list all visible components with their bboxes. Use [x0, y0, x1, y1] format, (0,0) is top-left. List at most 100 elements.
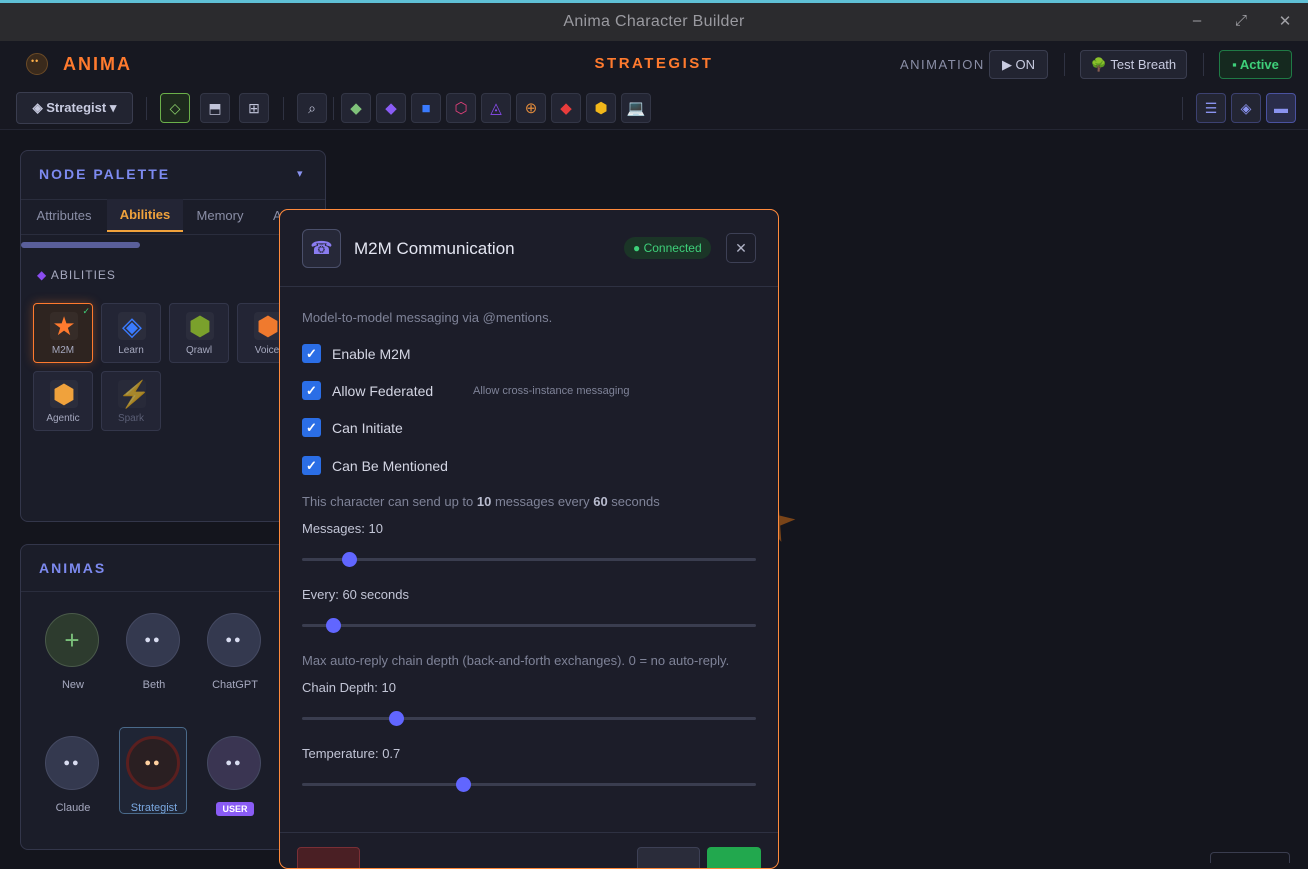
header-divider — [1064, 53, 1065, 76]
anima-label: Strategist — [130, 802, 178, 814]
node-glyph: ◆ — [560, 100, 572, 117]
anima-new[interactable]: + New — [40, 613, 106, 699]
header-divider — [1203, 53, 1204, 76]
window-title-bar: Anima Character Builder – ⤢ ✕ — [0, 0, 1308, 41]
character-select[interactable]: ◈ Strategist ▾ — [16, 92, 133, 124]
chain-depth-note: Max auto-reply chain depth (back-and-for… — [302, 653, 730, 668]
spark-ability-icon: ⚡ — [118, 379, 151, 409]
anima-label: New — [61, 679, 84, 691]
panel-title: NODE PALETTE — [39, 166, 171, 182]
list-view-icon[interactable]: ☰ — [1196, 93, 1226, 123]
slider-thumb[interactable] — [342, 552, 358, 567]
checkbox-label: Can Be Mentioned — [332, 458, 448, 474]
ability-tile-qrawl[interactable]: ⬢ Qrawl — [169, 303, 229, 363]
anima-strategist[interactable]: ●● Strategist — [121, 736, 187, 822]
toolbar-divider — [283, 97, 284, 120]
chain-depth-slider[interactable] — [302, 711, 756, 726]
node-glyph: ◬ — [490, 100, 502, 117]
anima-beth[interactable]: ●● Beth — [121, 613, 187, 699]
test-breath-button[interactable]: 🌳 Test Breath — [1080, 50, 1187, 79]
tab-memory[interactable]: Memory — [189, 199, 251, 232]
layout-tool-icon[interactable]: ⬒ — [200, 93, 230, 123]
tab-scrollbar[interactable] — [21, 242, 140, 248]
purple-gem-icon[interactable]: ◆ — [376, 93, 406, 123]
maximize-icon[interactable]: ⤢ — [1231, 12, 1251, 29]
avatar: ●● — [207, 613, 261, 667]
node-glyph: ⊕ — [524, 100, 538, 117]
node-glyph: 💻 — [626, 100, 646, 117]
ability-tile-learn[interactable]: ◈ Learn — [101, 303, 161, 363]
pink-hexagon-icon[interactable]: ⬡ — [446, 93, 476, 123]
voice-ability-icon: ⬢ — [254, 312, 282, 340]
search-icon[interactable]: ⌕ — [297, 93, 327, 123]
anima-label: ChatGPT — [212, 679, 258, 691]
anima-claude[interactable]: ●● Claude — [40, 736, 106, 822]
red-gem-icon[interactable]: ◆ — [551, 93, 581, 123]
minimize-icon[interactable]: – — [1187, 12, 1207, 29]
anima-user[interactable]: ●● USER — [202, 736, 268, 822]
cancel-button[interactable] — [637, 847, 700, 868]
ability-tile-spark[interactable]: ⚡ Spark — [101, 371, 161, 431]
avatar: ●● — [45, 736, 99, 790]
m2m-dialog: ☎ M2M Communication ● Connected ✕ Model-… — [279, 209, 779, 869]
temperature-slider[interactable] — [302, 777, 756, 792]
slider-thumb[interactable] — [325, 618, 341, 633]
slider-thumb[interactable] — [389, 711, 405, 726]
temperature-slider-label: Temperature: 0.7 — [302, 746, 401, 761]
gold-hexagon-icon[interactable]: ⬢ — [586, 93, 616, 123]
status-badge[interactable]: ▪ Active — [1219, 50, 1292, 79]
ability-tile-agentic[interactable]: ⬢ Agentic — [33, 371, 93, 431]
tab-attributes[interactable]: Attributes — [25, 199, 103, 232]
laptop-icon[interactable]: 💻 — [621, 93, 651, 123]
section-heading: ◆ ABILITIES — [37, 268, 116, 282]
node-glyph: ⬢ — [594, 100, 608, 117]
close-icon[interactable]: ✕ — [726, 233, 756, 263]
plus-icon[interactable]: + — [45, 613, 99, 667]
qrawl-ability-icon: ⬢ — [186, 312, 214, 340]
avatar: ●● — [207, 736, 261, 790]
toolbar: ◈ Strategist ▾ ◇ ⬒ ⊞ ⌕ ◆ ◆ ■ ⬡ ◬ ⊕ ◆ ⬢ 💻 ☰ ◈ ▬ — [0, 88, 1308, 130]
canvas-control[interactable] — [1210, 852, 1290, 863]
ability-label: Learn — [118, 345, 144, 356]
selected-check-icon: ✓ — [82, 306, 90, 316]
close-icon[interactable]: ✕ — [1275, 12, 1295, 30]
slider-thumb[interactable] — [456, 777, 472, 792]
tab-abilities[interactable]: Abilities — [107, 199, 183, 232]
node-view-icon[interactable]: ◈ — [1231, 93, 1261, 123]
can-initiate-checkbox[interactable]: ✓ — [302, 418, 321, 437]
panel-title: ANIMAS — [39, 560, 107, 576]
dialog-title: M2M Communication — [354, 239, 515, 258]
enable-m2m-checkbox[interactable]: ✓ — [302, 344, 321, 363]
dialog-header: ☎ M2M Communication ● Connected ✕ — [280, 210, 778, 287]
chain-depth-slider-label: Chain Depth: 10 — [302, 680, 396, 695]
animation-label: ANIMATION — [900, 57, 985, 72]
interval-slider-label: Every: 60 seconds — [302, 587, 409, 602]
anima-label: Beth — [142, 679, 166, 691]
violet-triangle-icon[interactable]: ◬ — [481, 93, 511, 123]
select-tool-icon[interactable]: ◇ — [160, 93, 190, 123]
delete-button[interactable] — [297, 847, 360, 868]
toolbar-divider — [146, 97, 147, 120]
animation-toggle-button[interactable]: ▶ ON — [989, 50, 1048, 79]
federated-hint: Allow cross-instance messaging — [473, 385, 630, 397]
node-glyph: ■ — [421, 99, 431, 117]
user-badge: USER — [216, 802, 254, 816]
panel-view-icon[interactable]: ▬ — [1266, 93, 1296, 123]
allow-federated-checkbox[interactable]: ✓ — [302, 381, 321, 400]
ability-tile-m2m[interactable]: ★ M2M ✓ — [33, 303, 93, 363]
save-button[interactable] — [707, 847, 761, 868]
interval-slider[interactable] — [302, 618, 756, 633]
window-title: Anima Character Builder — [563, 13, 745, 30]
messages-slider-label: Messages: 10 — [302, 521, 383, 536]
learn-ability-icon: ◈ — [118, 312, 146, 340]
can-be-mentioned-checkbox[interactable]: ✓ — [302, 456, 321, 475]
orange-crosshair-icon[interactable]: ⊕ — [516, 93, 546, 123]
messages-slider[interactable] — [302, 552, 756, 567]
blue-square-icon[interactable]: ■ — [411, 93, 441, 123]
checkbox-label: Can Initiate — [332, 420, 403, 436]
green-gem-icon[interactable]: ◆ — [341, 93, 371, 123]
grid-tool-icon[interactable]: ⊞ — [239, 93, 269, 123]
dialog-footer — [280, 832, 778, 868]
collapse-icon[interactable]: ▾ — [297, 167, 303, 180]
anima-chatgpt[interactable]: ●● ChatGPT — [202, 613, 268, 699]
